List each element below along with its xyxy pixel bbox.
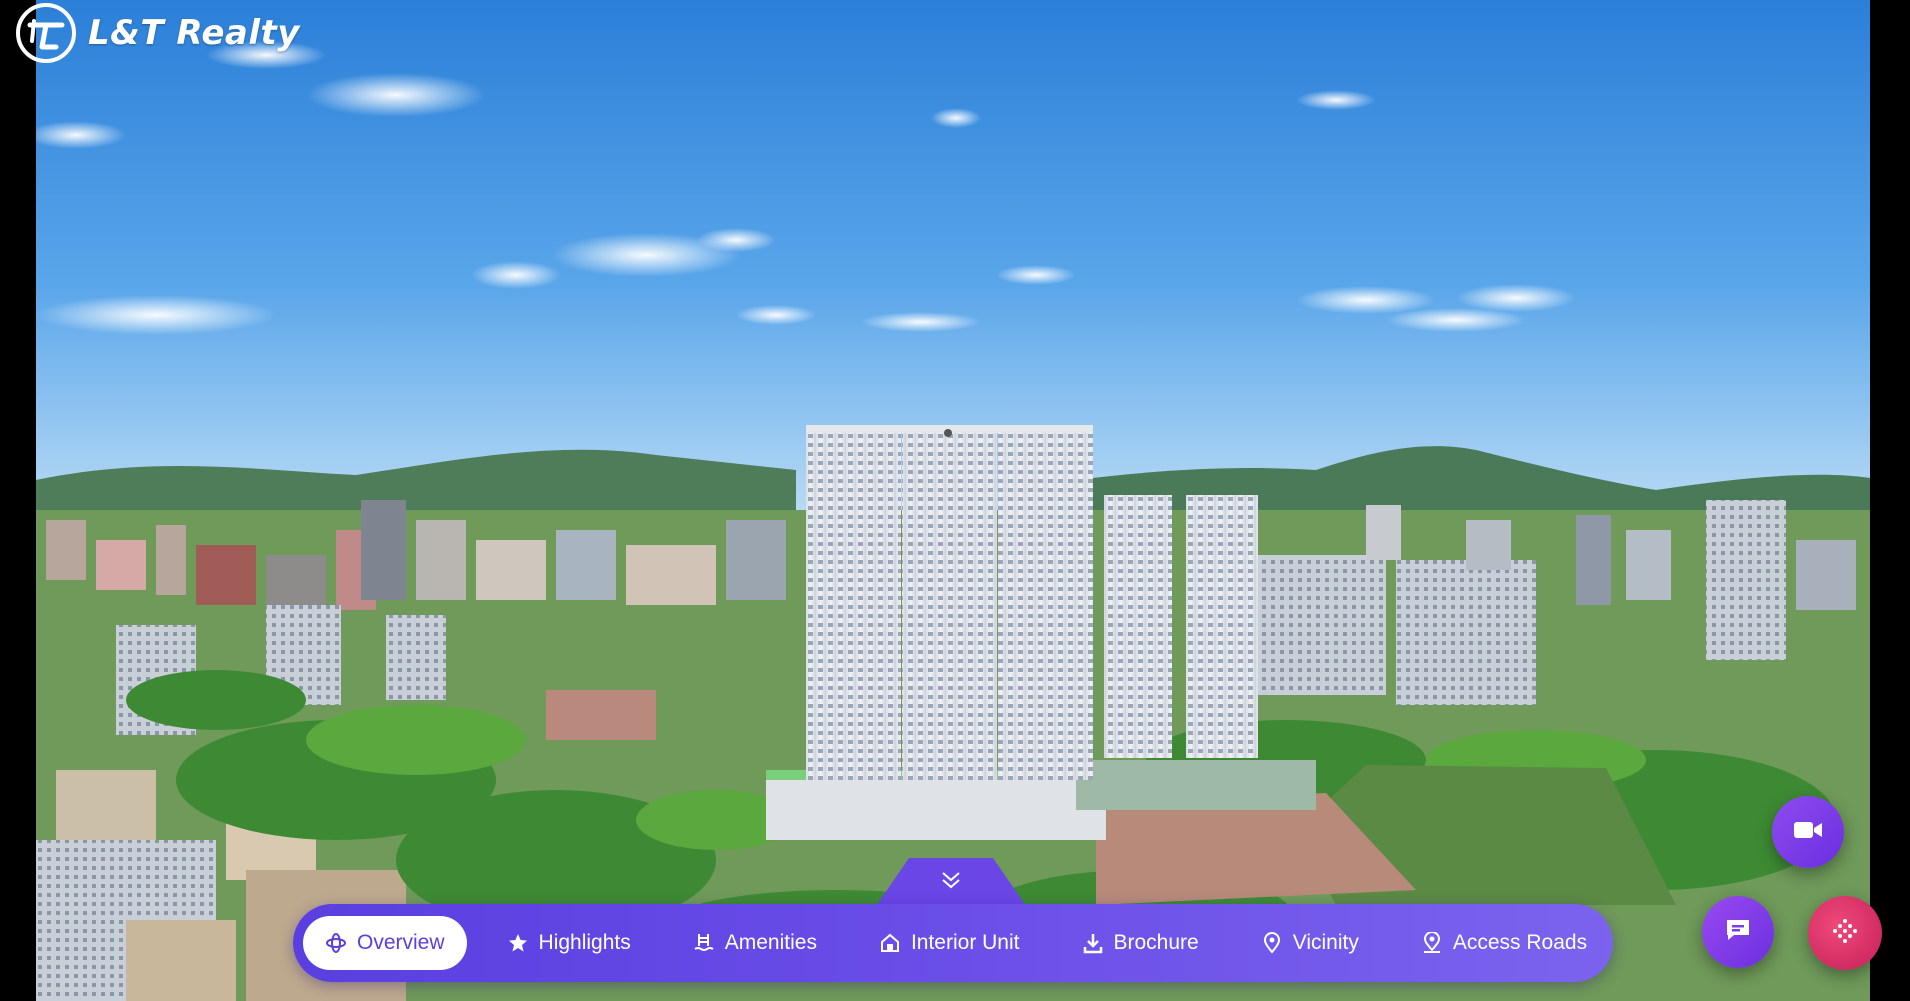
nav-item-label: Highlights bbox=[538, 931, 631, 954]
nav-item-label: Interior Unit bbox=[910, 931, 1020, 954]
chat-icon bbox=[1724, 917, 1752, 948]
pool-ladder-icon bbox=[693, 932, 715, 954]
orbit-icon bbox=[325, 932, 347, 954]
nav-item-highlights[interactable]: Highlights bbox=[485, 916, 653, 970]
grid-dots-icon bbox=[1830, 916, 1860, 951]
nav-item-label: Overview bbox=[357, 931, 445, 954]
star-icon bbox=[507, 932, 529, 954]
download-icon bbox=[1082, 932, 1104, 954]
nav-item-access-roads[interactable]: Access Roads bbox=[1399, 916, 1609, 970]
nav-item-label: Vicinity bbox=[1292, 931, 1359, 954]
bottom-navigation-bar: Overview Highlights Amenities Interior U… bbox=[293, 904, 1613, 982]
lt-logo-icon bbox=[16, 3, 76, 63]
video-camera-icon bbox=[1793, 819, 1823, 846]
nav-item-brochure[interactable]: Brochure bbox=[1060, 916, 1221, 970]
menu-button[interactable] bbox=[1808, 896, 1882, 970]
home-icon bbox=[879, 932, 901, 954]
nav-item-overview[interactable]: Overview bbox=[303, 916, 467, 970]
location-pin-icon bbox=[1421, 932, 1443, 954]
nav-item-label: Brochure bbox=[1113, 931, 1199, 954]
chevron-down-icon bbox=[939, 869, 963, 896]
nav-item-amenities[interactable]: Amenities bbox=[671, 916, 839, 970]
video-call-button[interactable] bbox=[1772, 796, 1844, 868]
nav-item-interior-unit[interactable]: Interior Unit bbox=[857, 916, 1042, 970]
nav-item-vicinity[interactable]: Vicinity bbox=[1239, 916, 1381, 970]
nav-item-label: Access Roads bbox=[1452, 931, 1588, 954]
brand-name: L&T Realty bbox=[88, 13, 300, 53]
nav-item-label: Amenities bbox=[724, 931, 817, 954]
brand-logo[interactable]: L&T Realty bbox=[16, 0, 300, 66]
right-letterbox bbox=[1870, 0, 1910, 1001]
location-pin-icon bbox=[1261, 932, 1283, 954]
chat-button[interactable] bbox=[1702, 896, 1774, 968]
aerial-render-view[interactable] bbox=[36, 0, 1870, 1001]
